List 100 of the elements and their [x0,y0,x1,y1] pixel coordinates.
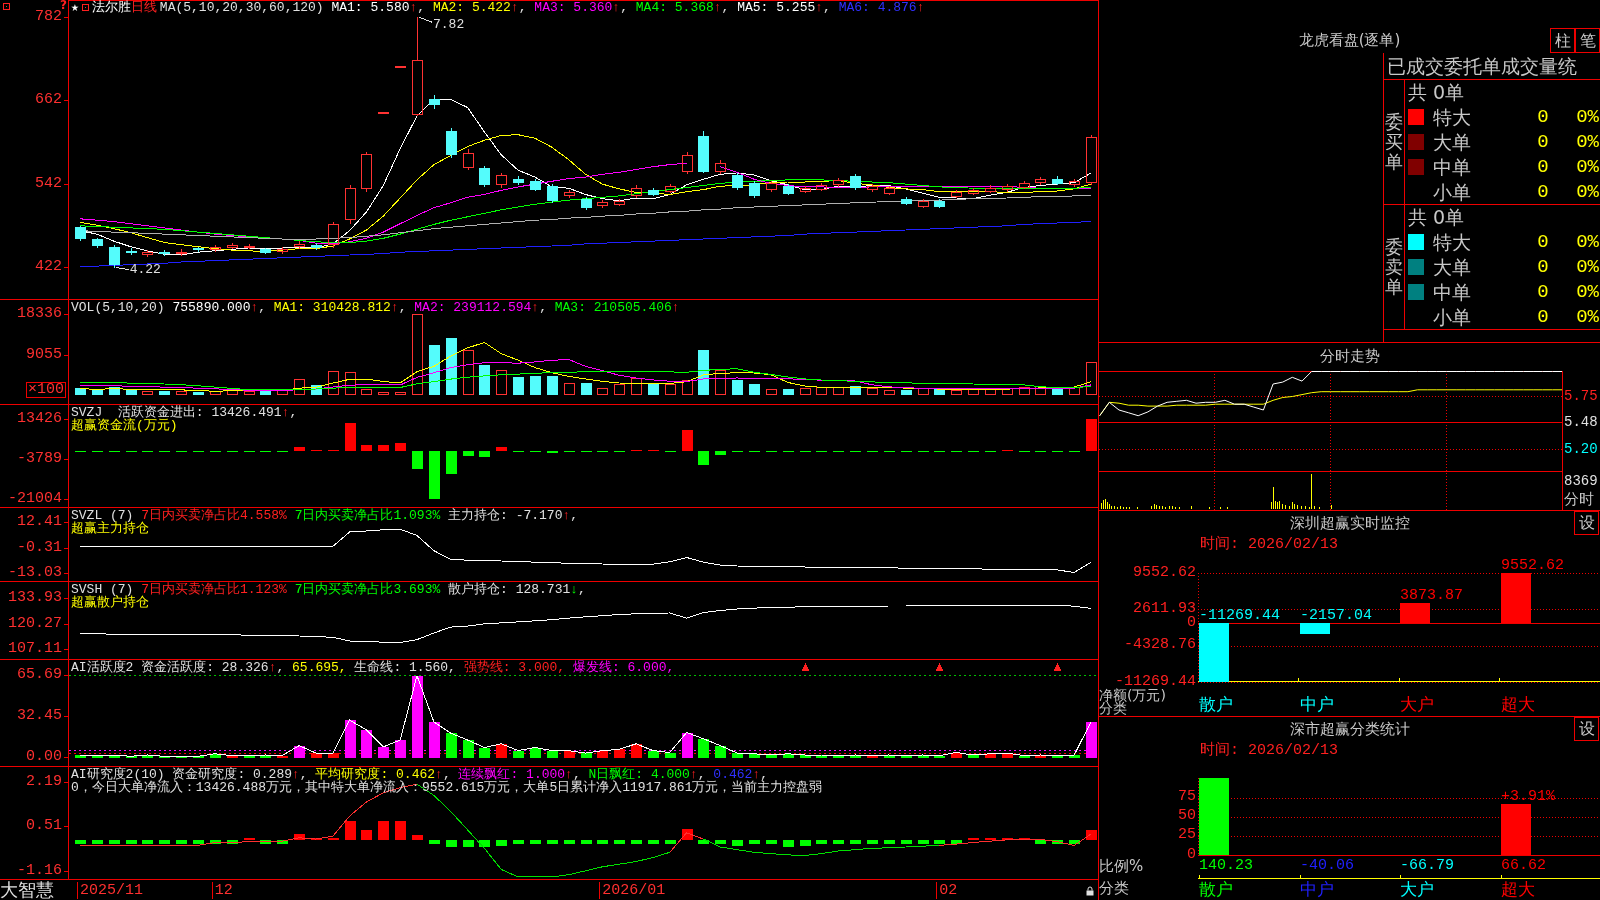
settings-button[interactable]: 设 [1574,511,1599,535]
indicator-bar [934,756,945,758]
axis-label: -13.03 [8,566,62,580]
indicator-bar [1002,753,1013,758]
indicator-bar [732,451,743,452]
indicator-bar [1035,840,1046,844]
indicator-bar [294,834,305,840]
indicator-bar [800,840,811,846]
volume-bar [479,365,490,395]
candle [816,182,827,192]
indicator-bar [361,445,372,451]
indicator-bar [1052,451,1063,452]
indicator-bar [277,756,288,758]
indicator-bar [648,840,659,844]
candle [176,248,187,257]
volume-bar [463,350,474,395]
candle [614,198,625,207]
indicator-bar [918,451,929,452]
axis-label: 50 [1178,809,1196,823]
indicator-header: VOL(5,10,20) 755890.000↑, MA1: 310428.812↑, MA2: 239112.594↑, MA3: 210505.406↑ [71,301,680,314]
indicator-bar [749,754,760,758]
candle [109,244,120,268]
indicator-bar [193,451,204,452]
volume-bar [783,389,794,395]
indicator-bar [446,840,457,847]
axis-label: -1.16 [17,863,62,877]
volume-bar [800,388,811,395]
triangle-marker [935,663,944,671]
ratio-label: -66.79 [1400,859,1454,872]
indicator-bar [766,451,777,452]
order-share: 0% [1576,231,1599,254]
price-annotation: 4.22 [129,262,161,276]
volume-bar [361,389,372,395]
indicator-bar [968,755,979,758]
axis-label: -21004 [8,492,62,505]
indicator-bar [901,451,912,452]
candle [530,178,541,192]
view-toggle-button[interactable]: 笔 [1575,28,1600,53]
axis-label: 13426 [17,412,62,425]
indicator-bar [985,838,996,840]
category-label: 大户 [1400,880,1434,899]
indicator-bar [109,840,120,844]
candle [934,198,945,209]
indicator-bar [395,740,406,758]
volume-label: 8369 [1564,475,1598,488]
indicator-bar [1069,840,1080,844]
volume-bar [1086,362,1097,395]
indicator-bar [345,423,356,451]
ratio-label: 140.23 [1199,859,1253,872]
axis-label: 422 [35,260,62,273]
indicator-bar [446,733,457,758]
category-label: 大户 [1400,695,1434,714]
indicator-bar [833,451,844,452]
candle [345,184,356,225]
chart-bar [1199,623,1229,682]
candle [294,240,305,250]
candle [513,175,524,186]
settings-button[interactable]: 设 [1574,717,1599,741]
candle [985,184,996,194]
group-label: 委买单 [1385,112,1403,172]
indicator-bar [496,744,507,758]
candle [682,151,693,175]
chart-bar [1501,804,1531,855]
data-label: 3873.87 [1400,588,1463,602]
volume-bar [429,345,440,395]
volume-bar [547,376,558,395]
candle [783,183,794,196]
category-label: 中户 [1300,695,1334,714]
period-label: 日线 [130,1,157,14]
category-label: 超大 [1501,880,1535,899]
indicator-header: AI研究度2(10) 资金研究度: 0.289↑, 平均研究度: 0.462↑, 连续飘红: 1.000↑, N日飘红: 4.000↑, 0.462↑, [71,768,768,781]
indicator-bar [665,840,676,844]
indicator-bar [1002,450,1013,451]
indicator-bar [479,840,490,847]
volume-bar [631,378,642,395]
volume-bar [1069,387,1080,395]
indicator-bar [918,755,929,758]
view-toggle-button[interactable]: 柱 [1550,28,1575,53]
indicator-bar [833,756,844,758]
order-type-label: 中单 [1433,155,1471,178]
indicator-bar [1019,756,1030,758]
candle [1069,178,1080,188]
candle [1035,176,1046,186]
axis-label: 32.45 [17,709,62,723]
indicator-bar [345,821,356,840]
indicator-bar [884,755,895,758]
volume-bar [732,380,743,395]
indicator-bar [92,840,103,844]
indicator-bar [1035,755,1046,758]
indicator-bar [395,821,406,840]
axis-label: 9552.62 [1133,565,1196,579]
indicator-bar [1069,755,1080,758]
volume-bar [597,388,608,395]
indicator-bar [463,451,474,456]
order-total: 共 0单 [1408,206,1465,229]
candle [126,247,137,256]
indicator-bar [597,840,608,844]
axis-label: 0.51 [26,819,62,833]
indicator-bar [328,753,339,758]
axis-label: 542 [35,176,62,190]
